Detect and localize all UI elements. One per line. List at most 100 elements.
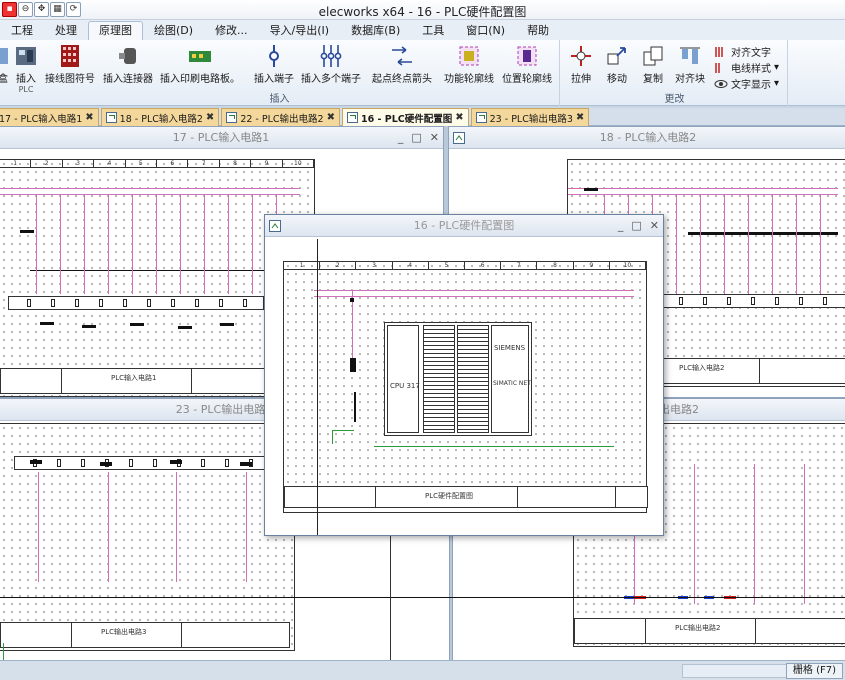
window-titlebar[interactable]: 17 - PLC输入电路1 _ □ ✕ xyxy=(0,127,443,149)
doc-tab-22[interactable]: 22 - PLC输出电路2 ✖ xyxy=(221,108,340,126)
status-bar: 栅格 (F7) xyxy=(0,660,845,680)
function-outline-icon xyxy=(459,46,479,66)
box-icon xyxy=(0,48,8,64)
insert-connector-button[interactable]: 插入连接器 xyxy=(102,44,154,85)
insert-group-label: 插入 xyxy=(269,94,290,105)
doc-tab-label: 16 - PLC硬件配置图 xyxy=(360,113,453,125)
menu-tab-help[interactable]: 帮助 xyxy=(516,21,560,40)
move-button[interactable]: 移动 xyxy=(602,44,632,85)
doc-tab-17[interactable]: 17 - PLC输入电路1 ✖ xyxy=(0,108,99,126)
schematic-sheet[interactable]: PLC输出电路3 xyxy=(0,423,295,651)
ribbon: 盒 插入 PLC 接线图符号 插入连接器 插入印刷电路板。 插入端子 插入多个端… xyxy=(0,40,845,106)
window-controls: _ □ ✕ xyxy=(398,127,439,149)
minimize-icon[interactable]: _ xyxy=(618,215,624,237)
terminal xyxy=(51,299,55,307)
close-icon[interactable]: ✕ xyxy=(430,127,439,149)
wire-style-button[interactable]: 电线样式 ▾ xyxy=(714,60,779,75)
sheet-icon xyxy=(226,112,238,123)
io-module[interactable] xyxy=(423,325,455,433)
menu-tab-database[interactable]: 数据库(B) xyxy=(340,21,411,40)
ruler-number: 8 xyxy=(220,160,252,167)
text-display-dropdown-icon[interactable]: ▾ xyxy=(774,78,779,89)
insert-pcb-button[interactable]: 插入印刷电路板。 xyxy=(158,44,242,85)
cpu-module[interactable]: CPU 317 xyxy=(387,325,420,433)
title-block-cell xyxy=(615,487,616,507)
menu-tab-import-export[interactable]: 导入/导出(I) xyxy=(259,21,341,40)
close-icon[interactable]: ✖ xyxy=(455,112,463,123)
wire xyxy=(694,464,695,604)
partial-button[interactable]: 盒 xyxy=(0,44,10,85)
insert-plc-button[interactable]: 插入 PLC xyxy=(14,44,38,94)
menu-tab-modify[interactable]: 修改... xyxy=(204,21,259,40)
terminal xyxy=(751,297,755,305)
sheet-icon xyxy=(105,112,117,123)
menu-tab-project[interactable]: 工程 xyxy=(0,21,44,40)
maximize-icon[interactable]: □ xyxy=(411,127,421,149)
align-text-button[interactable]: 对齐文字 xyxy=(714,44,771,59)
crosshair-vertical xyxy=(317,239,318,535)
start-end-arrow-button[interactable]: 起点终点箭头 xyxy=(370,44,434,85)
pcb-icon xyxy=(189,51,211,62)
stretch-icon xyxy=(571,46,591,66)
terminal xyxy=(243,299,247,307)
close-icon[interactable]: ✖ xyxy=(85,112,93,123)
ribbon-group-insert: 盒 插入 PLC 接线图符号 插入连接器 插入印刷电路板。 插入端子 插入多个端… xyxy=(0,40,560,106)
insert-multi-terminal-button[interactable]: 插入多个端子 xyxy=(300,44,362,85)
doc-tab-23[interactable]: 23 - PLC输出电路3 ✖ xyxy=(470,108,590,126)
close-icon[interactable]: ✖ xyxy=(576,112,584,123)
doc-tab-label: 18 - PLC输入电路2 xyxy=(119,113,203,125)
terminal xyxy=(679,297,683,305)
ruler-number: 7 xyxy=(501,262,538,269)
wire xyxy=(30,270,300,271)
align-blocks-button[interactable]: 对齐块 xyxy=(672,44,708,85)
terminal xyxy=(703,297,707,305)
component-mark xyxy=(82,325,96,328)
window-titlebar[interactable]: 18 - PLC输入电路2 xyxy=(449,127,845,149)
terminal xyxy=(81,459,85,467)
title-block: PLC输出电路2 xyxy=(574,618,845,644)
doc-tab-18[interactable]: 18 - PLC输入电路2 ✖ xyxy=(100,108,220,126)
terminal xyxy=(201,459,205,467)
menu-tab-draw[interactable]: 绘图(D) xyxy=(143,21,204,40)
component-mark xyxy=(688,232,838,235)
schematic-sheet[interactable]: 1 2 3 4 5 6 7 8 9 10 CPU 317 SIEMENS SIMATIC NET xyxy=(283,261,648,513)
menu-tab-process[interactable]: 处理 xyxy=(44,21,88,40)
text-display-button[interactable]: 文字显示 ▾ xyxy=(714,76,779,91)
window-16[interactable]: 16 - PLC硬件配置图 _ □ ✕ 1 2 3 4 5 6 7 8 9 10 CPU 317 xyxy=(264,214,664,536)
menu-tab-window[interactable]: 窗口(N) xyxy=(455,21,516,40)
maximize-icon[interactable]: □ xyxy=(631,215,641,237)
comm-module[interactable]: SIEMENS SIMATIC NET xyxy=(491,325,531,433)
function-outline-button[interactable]: 功能轮廓线 xyxy=(442,44,496,85)
minimize-icon[interactable]: _ xyxy=(398,127,404,149)
io-module[interactable] xyxy=(457,325,489,433)
close-icon[interactable]: ✖ xyxy=(327,112,335,123)
insert-multi-terminal-label: 插入多个端子 xyxy=(301,74,361,85)
align-blocks-icon xyxy=(680,47,700,64)
doc-tab-16[interactable]: 16 - PLC硬件配置图 ✖ xyxy=(341,108,469,126)
menu-tab-tools[interactable]: 工具 xyxy=(411,21,455,40)
wire xyxy=(772,194,773,294)
close-icon[interactable]: ✕ xyxy=(650,215,659,237)
sheet-title: PLC输入电路1 xyxy=(111,374,157,382)
window-title: 17 - PLC输入电路1 xyxy=(172,131,270,144)
insert-terminal-button[interactable]: 插入端子 xyxy=(252,44,296,85)
wire xyxy=(60,194,61,294)
sheet-icon xyxy=(269,220,281,232)
location-outline-button[interactable]: 位置轮廓线 xyxy=(500,44,554,85)
wire-style-dropdown-icon[interactable]: ▾ xyxy=(774,62,779,73)
component-mark xyxy=(130,323,144,326)
window-titlebar[interactable]: 16 - PLC硬件配置图 _ □ ✕ xyxy=(265,215,663,237)
close-icon[interactable]: ✖ xyxy=(206,112,214,123)
title-bar: ▪ ▪ ⊕ ⊖ ✥ ▦ ⟳ elecworks x64 - 16 - PLC硬件… xyxy=(0,0,845,20)
menu-tab-schematic[interactable]: 原理图 xyxy=(88,21,143,40)
stretch-button[interactable]: 拉伸 xyxy=(566,44,596,85)
wire xyxy=(108,472,109,582)
grid-toggle-button[interactable]: 栅格 (F7) xyxy=(785,663,843,679)
window-title: 23 - PLC输出电路3 xyxy=(175,403,273,416)
ruler-number: 10 xyxy=(283,160,315,167)
plc-rack[interactable]: CPU 317 SIEMENS SIMATIC NET xyxy=(384,322,532,436)
wire xyxy=(132,194,133,294)
wire-symbol-button[interactable]: 接线图符号 xyxy=(44,44,96,85)
copy-button[interactable]: 复制 xyxy=(638,44,668,85)
component-mark xyxy=(100,462,112,466)
